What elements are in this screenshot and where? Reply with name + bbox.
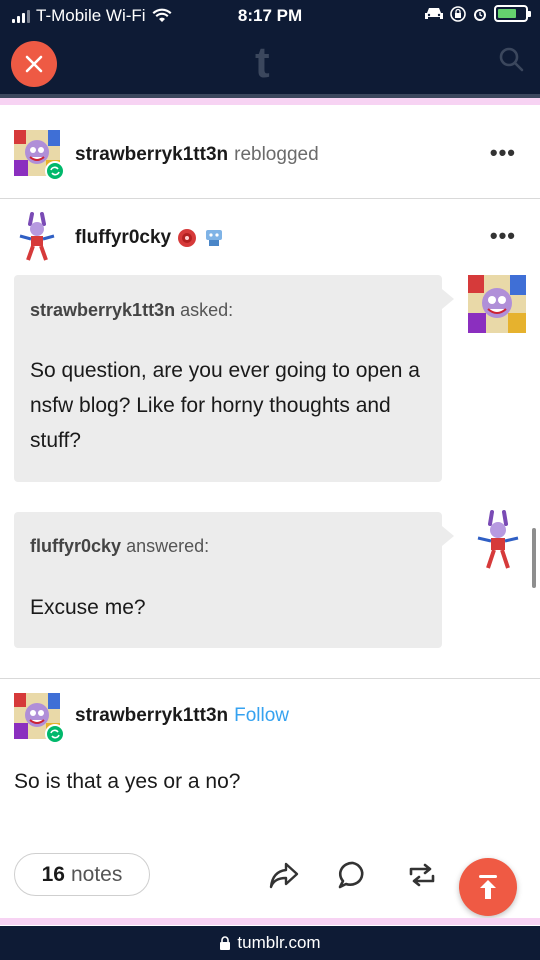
answerer-avatar[interactable]	[472, 510, 524, 570]
answer-text: Excuse me?	[30, 596, 146, 619]
asker-username[interactable]: strawberryk1tt3n	[30, 300, 175, 320]
orientation-lock-icon	[450, 5, 466, 22]
avatar-image	[468, 275, 526, 333]
share-button[interactable]	[266, 857, 302, 893]
ask-question: So question, are you ever going to open …	[30, 359, 420, 452]
reblog-icon	[409, 863, 435, 887]
answered-label: answered:	[126, 536, 210, 556]
arrow-up-icon	[479, 875, 497, 899]
original-poster-username[interactable]: fluffyr0cky	[75, 227, 171, 249]
url-text: tumblr.com	[237, 933, 321, 952]
asked-label: asked:	[180, 300, 234, 320]
comment-icon	[338, 861, 364, 889]
reblog-badge-icon	[45, 161, 65, 181]
reblog-post-text: So is that a yes or a no?	[14, 770, 241, 793]
asker-line: strawberryk1tt3n asked:	[30, 300, 233, 321]
scroll-to-top-button[interactable]	[459, 858, 517, 916]
answer-bubble: fluffyr0cky answered: Excuse me?	[14, 512, 454, 648]
reblog-button[interactable]	[404, 857, 440, 893]
app-header: t	[0, 32, 540, 94]
reply-button[interactable]	[335, 857, 371, 893]
answerer-username[interactable]: fluffyr0cky	[30, 536, 121, 556]
reblog-badge-icon	[45, 724, 65, 744]
more-options-button[interactable]: •••	[490, 223, 516, 249]
divider	[0, 678, 540, 679]
alarm-icon	[474, 8, 486, 21]
reblogger-username[interactable]: strawberryk1tt3n	[75, 144, 228, 166]
more-options-button[interactable]: •••	[490, 140, 516, 166]
search-icon[interactable]	[498, 46, 524, 72]
tumblr-logo[interactable]: t	[255, 38, 270, 88]
notes-label: notes	[70, 862, 123, 886]
asker-avatar[interactable]	[468, 275, 526, 333]
avatar-image	[472, 510, 524, 570]
original-poster: fluffyr0cky	[75, 227, 225, 249]
ask-bubble: strawberryk1tt3n asked: So question, are…	[14, 275, 454, 482]
notes-button[interactable]: 16 notes	[14, 853, 150, 896]
car-icon	[425, 7, 443, 19]
close-button[interactable]	[11, 41, 57, 87]
close-icon	[25, 55, 43, 73]
divider	[0, 198, 540, 199]
badge-icon	[203, 228, 225, 248]
reblog-post-username[interactable]: strawberryk1tt3n	[75, 705, 228, 727]
browser-url-bar[interactable]: tumblr.com	[0, 926, 540, 960]
follow-button[interactable]: Follow	[234, 705, 289, 727]
avatar-image	[14, 212, 60, 262]
post-top-border	[0, 98, 540, 105]
lock-icon	[220, 936, 231, 950]
avatar[interactable]	[14, 212, 60, 262]
battery-icon	[494, 5, 531, 22]
answerer-line: fluffyr0cky answered:	[30, 536, 209, 557]
reblog-attribution: strawberryk1tt3n reblogged	[75, 144, 319, 166]
badge-icon	[177, 228, 197, 248]
reblog-post-header: strawberryk1tt3n Follow	[75, 705, 289, 727]
share-icon	[269, 862, 299, 889]
reblogged-label: reblogged	[234, 144, 319, 165]
post-bottom-border	[0, 918, 540, 925]
scrollbar[interactable]	[532, 528, 536, 588]
notes-count: 16	[41, 862, 65, 886]
status-bar: T-Mobile Wi-Fi 8:17 PM	[0, 0, 540, 32]
